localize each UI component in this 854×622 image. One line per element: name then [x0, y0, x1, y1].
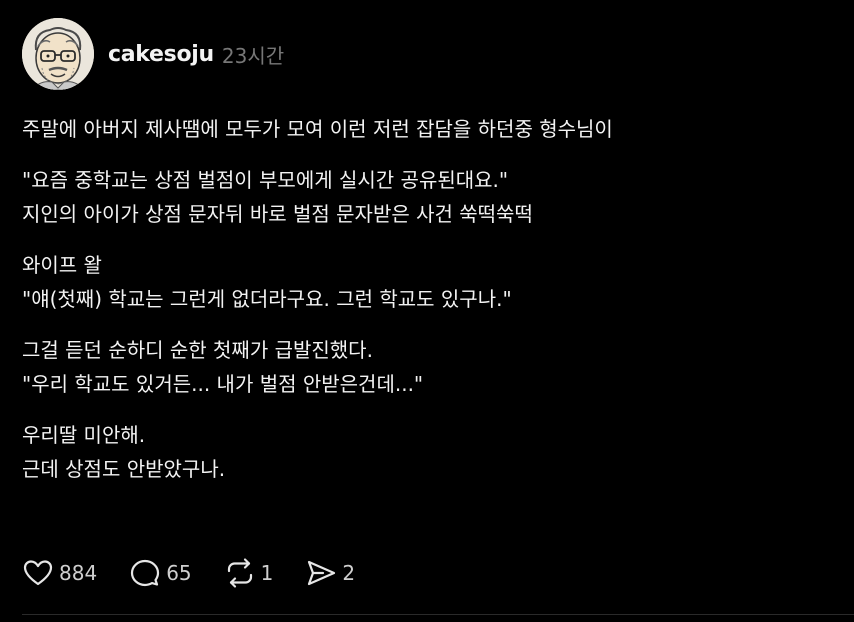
- post-text-line: 주말에 아버지 제사땜에 모두가 모여 이런 저런 잡담을 하던중 형수님이: [22, 117, 613, 141]
- post-text-line: 와이프 왈: [22, 253, 102, 277]
- username[interactable]: cakesoju: [108, 42, 214, 67]
- post-divider: [22, 614, 854, 615]
- post-text-line: "우리 학교도 있거든... 내가 벌점 안받은건데...": [22, 372, 424, 396]
- repost-icon[interactable]: [224, 557, 256, 589]
- comment-bubble-icon[interactable]: [129, 557, 161, 589]
- repost-count: 1: [260, 561, 274, 585]
- post-header: cakesoju 23시간: [22, 16, 284, 92]
- post-timestamp[interactable]: 23시간: [222, 40, 284, 69]
- like-button[interactable]: 884: [22, 557, 97, 589]
- comment-button[interactable]: 65: [129, 557, 192, 589]
- post-text-line: 그걸 듣던 순하디 순한 첫째가 급발진했다.: [22, 338, 373, 362]
- post-text-line: 근데 상점도 안받았구나.: [22, 457, 226, 481]
- post-text-line: 우리딸 미안해.: [22, 423, 146, 447]
- post-paragraph: 와이프 왈 "얘(첫째) 학교는 그런게 없더라구요. 그런 학교도 있구나.": [22, 248, 832, 316]
- post-text-line: "얘(첫째) 학교는 그런게 없더라구요. 그런 학교도 있구나.": [22, 287, 512, 311]
- send-icon[interactable]: [305, 557, 337, 589]
- avatar[interactable]: [22, 18, 94, 90]
- post-text-line: "요즘 중학교는 상점 벌점이 부모에게 실시간 공유된대요.": [22, 168, 509, 192]
- post-actions: 884 65 1 2: [22, 554, 387, 592]
- share-count: 2: [342, 561, 356, 585]
- heart-icon[interactable]: [22, 557, 54, 589]
- share-button[interactable]: 2: [305, 557, 355, 589]
- post-paragraph: 그걸 듣던 순하디 순한 첫째가 급발진했다. "우리 학교도 있거든... 내…: [22, 333, 832, 401]
- post-paragraph: 우리딸 미안해. 근데 상점도 안받았구나.: [22, 418, 832, 486]
- like-count: 884: [59, 561, 98, 585]
- post-body: 주말에 아버지 제사땜에 모두가 모여 이런 저런 잡담을 하던중 형수님이 "…: [22, 112, 832, 503]
- post-text-line: 지인의 아이가 상점 문자뒤 바로 벌점 문자받은 사건 쑥떡쑥떡: [22, 202, 533, 226]
- repost-button[interactable]: 1: [224, 557, 274, 589]
- post-paragraph: 주말에 아버지 제사땜에 모두가 모여 이런 저런 잡담을 하던중 형수님이: [22, 112, 832, 146]
- post-paragraph: "요즘 중학교는 상점 벌점이 부모에게 실시간 공유된대요." 지인의 아이가…: [22, 163, 832, 231]
- comment-count: 65: [166, 561, 192, 585]
- post-card: cakesoju 23시간 주말에 아버지 제사땜에 모두가 모여 이런 저런 …: [0, 0, 854, 622]
